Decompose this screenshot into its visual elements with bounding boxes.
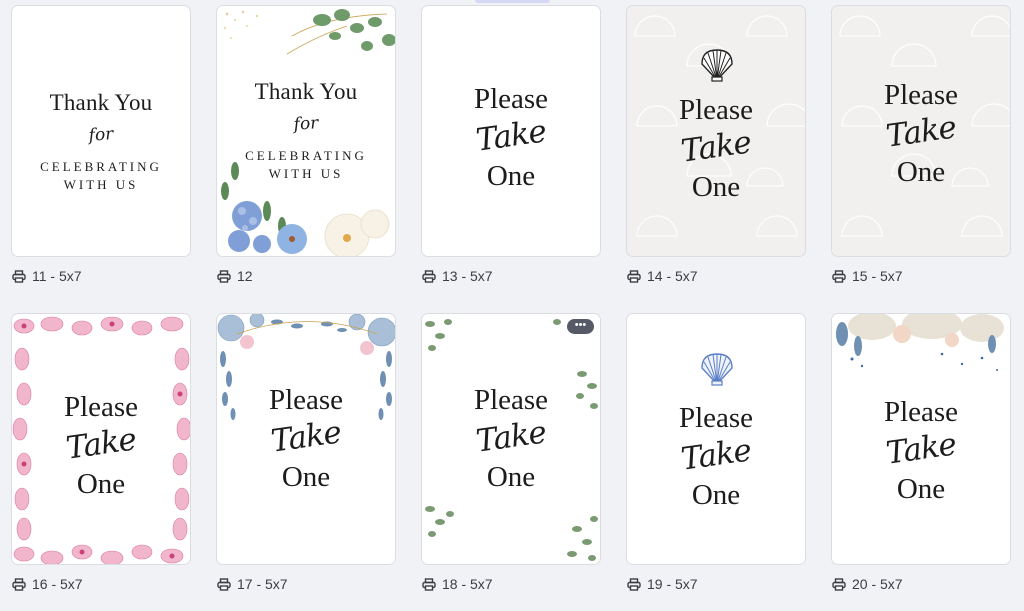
page-caption-label: 16 - 5x7 xyxy=(32,576,83,592)
page-thumbnail-17[interactable]: Please Take One xyxy=(216,313,396,565)
card-text-one: One xyxy=(896,473,946,505)
page-cell: ••• Please Take One 18 - 5x7 xyxy=(421,313,601,611)
page-caption-label: 18 - 5x7 xyxy=(442,576,493,592)
more-options-button[interactable]: ••• xyxy=(567,319,594,334)
page-caption: 14 - 5x7 xyxy=(627,268,698,284)
card-text-with-us: WITH US xyxy=(63,177,139,192)
printer-icon xyxy=(12,269,26,283)
card-text-celebrating: CELEBRATING xyxy=(40,159,162,174)
design-pages-grid: Thank You for CELEBRATING WITH US 11 - 5… xyxy=(11,5,1011,611)
page-caption-label: 11 - 5x7 xyxy=(32,268,82,284)
page-caption: 17 - 5x7 xyxy=(217,576,288,592)
printer-icon xyxy=(627,269,641,283)
card-text-one: One xyxy=(896,156,946,188)
card-text-thank-you: Thank You xyxy=(254,79,358,104)
card-text-one: One xyxy=(486,160,536,192)
page-caption-label: 20 - 5x7 xyxy=(852,576,903,592)
page-caption: 16 - 5x7 xyxy=(12,576,83,592)
page-caption-label: 12 xyxy=(237,268,253,284)
page-caption: 15 - 5x7 xyxy=(832,268,903,284)
page-caption: 12 xyxy=(217,268,253,284)
page-caption: 19 - 5x7 xyxy=(627,576,698,592)
card-text-for: for xyxy=(88,124,114,146)
page-thumbnail-19[interactable]: Please Take One xyxy=(626,313,806,565)
printer-icon xyxy=(422,577,436,591)
card-text-one: One xyxy=(76,468,126,500)
printer-icon xyxy=(217,269,231,283)
page-cell: Please Take One 16 - 5x7 xyxy=(11,313,191,611)
top-scroll-indicator xyxy=(475,0,550,3)
page-cell: Please Take One 17 - 5x7 xyxy=(216,313,396,611)
card-text-for: for xyxy=(293,113,319,135)
printer-icon xyxy=(422,269,436,283)
card-text-with-us: WITH US xyxy=(268,166,344,181)
page-caption-label: 13 - 5x7 xyxy=(442,268,493,284)
page-caption: 18 - 5x7 xyxy=(422,576,493,592)
page-cell: Please Take One 15 - 5x7 xyxy=(831,5,1011,313)
card-text-one: One xyxy=(691,171,741,203)
more-options-icon: ••• xyxy=(574,319,587,331)
page-caption-label: 15 - 5x7 xyxy=(852,268,903,284)
seashell-icon xyxy=(701,49,733,82)
printer-icon xyxy=(627,577,641,591)
page-thumbnail-13[interactable]: Please Take One xyxy=(421,5,601,257)
page-caption-label: 14 - 5x7 xyxy=(647,268,698,284)
page-thumbnail-12[interactable]: Thank You for CELEBRATING WITH US xyxy=(216,5,396,257)
page-caption: 11 - 5x7 xyxy=(12,268,82,284)
page-thumbnail-18[interactable]: ••• Please Take One xyxy=(421,313,601,565)
printer-icon xyxy=(832,577,846,591)
page-thumbnail-11[interactable]: Thank You for CELEBRATING WITH US xyxy=(11,5,191,257)
page-caption-label: 19 - 5x7 xyxy=(647,576,698,592)
card-text-one: One xyxy=(691,479,741,511)
card-text-one: One xyxy=(281,461,331,493)
printer-icon xyxy=(832,269,846,283)
printer-icon xyxy=(217,577,231,591)
page-thumbnail-20[interactable]: Please Take One xyxy=(831,313,1011,565)
page-cell: Please Take One 19 - 5x7 xyxy=(626,313,806,611)
page-thumbnail-15[interactable]: Please Take One xyxy=(831,5,1011,257)
page-thumbnail-14[interactable]: Please Take One xyxy=(626,5,806,257)
seashell-icon xyxy=(701,353,733,386)
page-caption-label: 17 - 5x7 xyxy=(237,576,288,592)
page-cell: Thank You for CELEBRATING WITH US 11 - 5… xyxy=(11,5,191,313)
page-cell: Please Take One 14 - 5x7 xyxy=(626,5,806,313)
page-cell: Thank You for CELEBRATING WITH US 12 xyxy=(216,5,396,313)
card-text-celebrating: CELEBRATING xyxy=(245,148,367,163)
page-cell: Please Take One 20 - 5x7 xyxy=(831,313,1011,611)
printer-icon xyxy=(12,577,26,591)
page-thumbnail-16[interactable]: Please Take One xyxy=(11,313,191,565)
page-caption: 13 - 5x7 xyxy=(422,268,493,284)
card-text-thank-you: Thank You xyxy=(49,90,153,115)
card-text-one: One xyxy=(486,461,536,493)
page-caption: 20 - 5x7 xyxy=(832,576,903,592)
page-cell: Please Take One 13 - 5x7 xyxy=(421,5,601,313)
